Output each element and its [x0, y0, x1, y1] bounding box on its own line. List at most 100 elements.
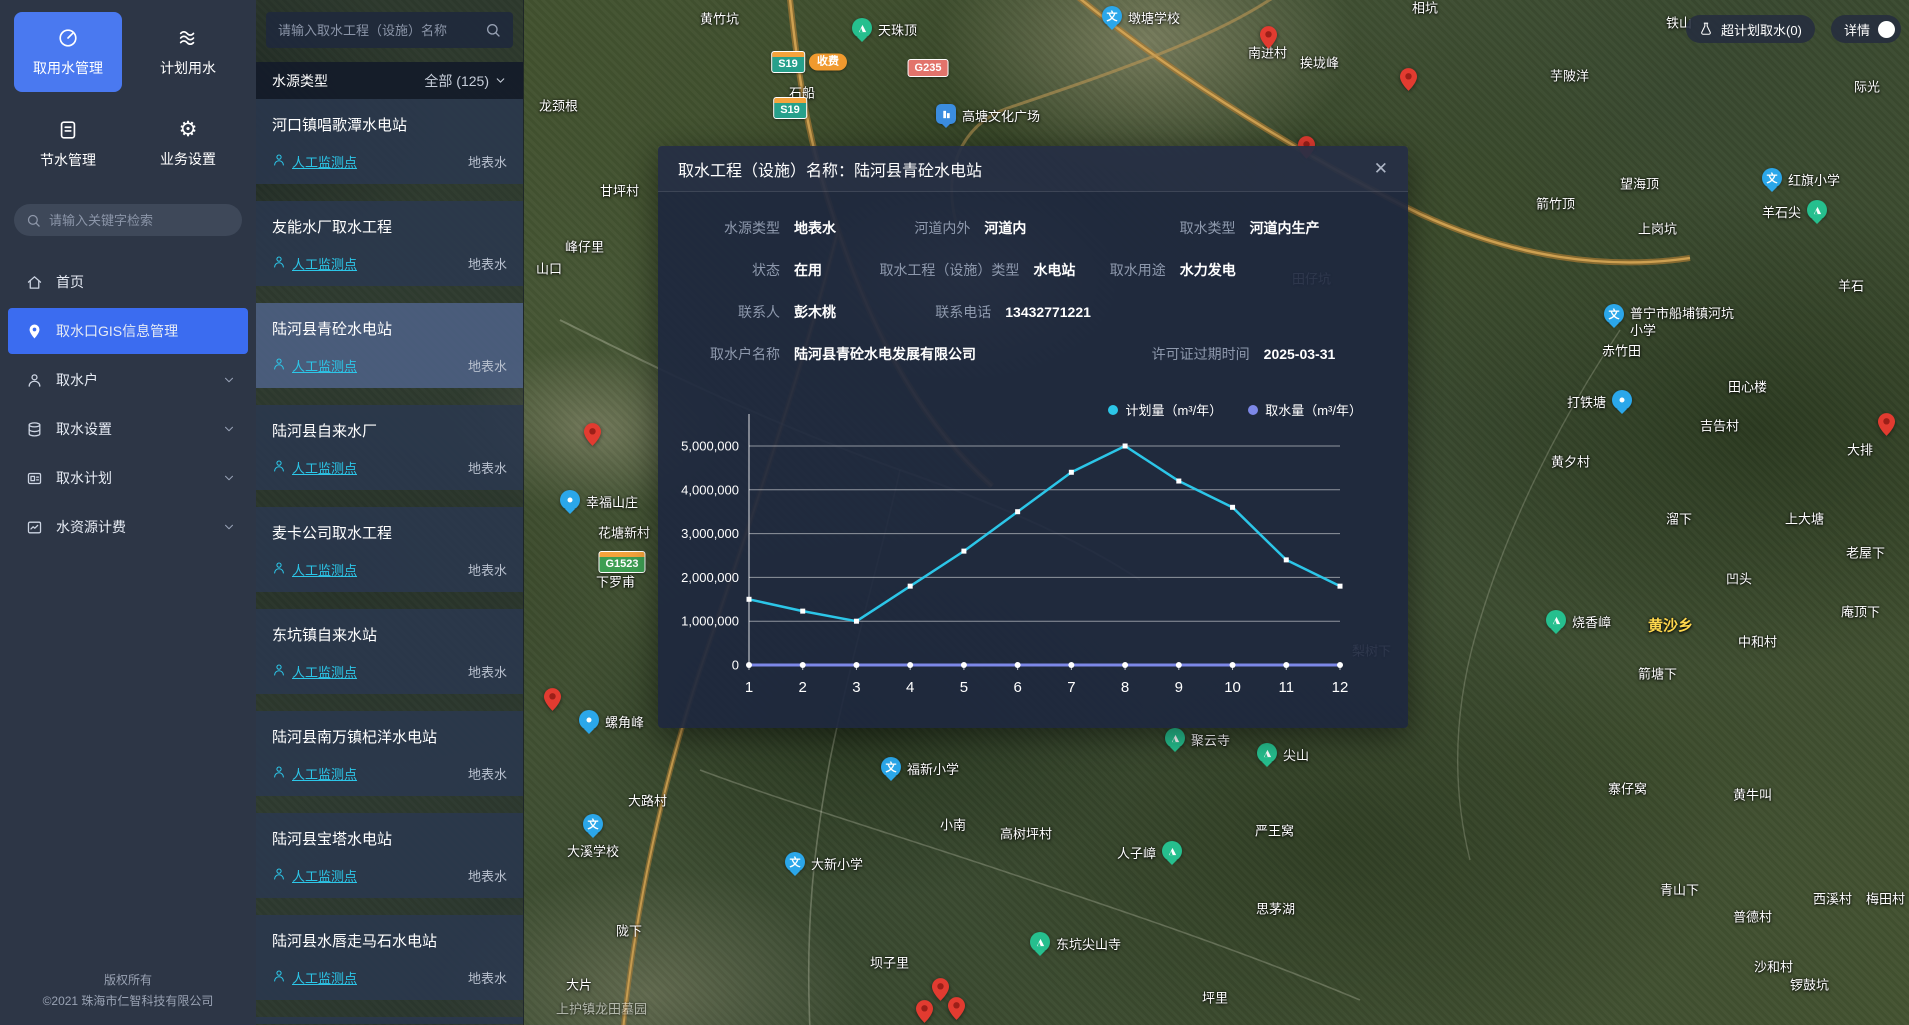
red-pin-marker[interactable]	[1260, 26, 1277, 49]
module-button-1[interactable]: 取用水管理	[14, 12, 122, 92]
red-pin-marker[interactable]	[1400, 68, 1417, 91]
marker-tail	[1167, 860, 1177, 870]
facility-list-item[interactable]: 陆河县南万镇杞洋水电站人工监测点地表水	[256, 711, 523, 796]
facility-list-item[interactable]: 陆河县青砼水电站人工监测点地表水	[256, 303, 523, 388]
detail-toggle[interactable]: 详情	[1831, 15, 1901, 43]
sidebar-item-label: 水资源计费	[56, 517, 209, 537]
facility-list-item[interactable]: 陆河县宝塔水电站人工监测点地表水	[256, 813, 523, 898]
manual-monitor-link[interactable]: 人工监测点	[272, 866, 357, 885]
search-icon[interactable]	[485, 22, 501, 38]
facility-detail-modal: 取水工程（设施）名称：陆河县青砼水电站 ✕ 水源类型地表水河道内外河道内取水类型…	[658, 146, 1408, 728]
green-marker-icon	[1165, 728, 1185, 748]
manual-monitor-link[interactable]: 人工监测点	[272, 458, 357, 477]
manual-monitor-link[interactable]: 人工监测点	[272, 254, 357, 273]
map-marker-culture[interactable]: 高塘文化广场	[936, 104, 956, 133]
legend-item[interactable]: 计划量（m³/年）	[1108, 400, 1222, 419]
marker-label: 羊石尖	[1762, 202, 1801, 221]
road-badge-toll: 收费	[809, 54, 847, 71]
red-pin-marker[interactable]	[584, 423, 601, 446]
map-marker-school[interactable]: 文普宁市船埔镇河坑小学	[1604, 304, 1624, 333]
manual-monitor-link[interactable]: 人工监测点	[272, 764, 357, 783]
field-label: 取水用途	[1110, 260, 1180, 280]
chart-tick-label: 12	[1332, 679, 1349, 696]
facility-meta: 人工监测点地表水	[272, 254, 507, 273]
red-pin-marker[interactable]	[544, 688, 561, 711]
map-marker-blue[interactable]: 幸福山庄	[560, 490, 580, 519]
modal-field: 取水用途水力发电	[1110, 260, 1382, 280]
data-point-marker	[1283, 662, 1289, 668]
map-marker-school[interactable]: 文墩塘学校	[1102, 6, 1122, 35]
legend-item[interactable]: 取水量（m³/年）	[1248, 400, 1362, 419]
sidebar-item-3[interactable]: 取水户	[8, 357, 248, 403]
map-place-label: 际光	[1854, 77, 1880, 96]
over-plan-intake-button[interactable]: 超计划取水(0)	[1686, 15, 1815, 43]
manual-monitor-link[interactable]: 人工监测点	[272, 560, 357, 579]
green-marker-icon	[1162, 841, 1182, 861]
map-marker-green[interactable]: 羊石尖	[1807, 200, 1827, 229]
keyword-search-box	[14, 204, 242, 236]
keyword-search-input[interactable]	[49, 213, 230, 228]
facility-list-item[interactable]: 陆河县自来水厂人工监测点地表水	[256, 405, 523, 490]
module-button-3[interactable]: 节水管理	[14, 104, 122, 184]
sidebar-item-1[interactable]: 首页	[8, 259, 248, 305]
facility-meta: 人工监测点地表水	[272, 152, 507, 171]
map-marker-blue[interactable]: 打铁塘	[1612, 390, 1632, 419]
map-marker-school[interactable]: 文大新小学	[785, 852, 805, 881]
map-place-label: 庵顶下	[1841, 602, 1880, 621]
database-icon	[26, 421, 43, 438]
red-pin-marker[interactable]	[932, 978, 949, 1001]
marker-label: 大溪学校	[567, 841, 619, 860]
map-marker-green[interactable]: 烧香嶂	[1546, 610, 1566, 639]
sidebar-item-2[interactable]: 取水口GIS信息管理	[8, 308, 248, 354]
module-button-4[interactable]: ⚙业务设置	[134, 104, 242, 184]
manual-monitor-link[interactable]: 人工监测点	[272, 968, 357, 987]
facility-list-item[interactable]: 河口镇唱歌潭水电站人工监测点地表水	[256, 99, 523, 184]
facility-name: 陆河县青砼水电站	[272, 318, 507, 339]
facility-list-item[interactable]: 友能水厂取水工程人工监测点地表水	[256, 201, 523, 286]
chart-tick-label: 3,000,000	[681, 526, 739, 541]
red-pin-marker[interactable]	[948, 997, 965, 1020]
facility-name: 友能水厂取水工程	[272, 216, 507, 237]
map-marker-green[interactable]: 聚云寺	[1165, 728, 1185, 757]
facility-list-item[interactable]: 陆河县激石溪老区水电站人工监测点地表水	[256, 1017, 523, 1024]
map-place-label: 羊石	[1838, 276, 1864, 295]
gauge-icon	[57, 27, 79, 49]
detail-toggle-knob[interactable]	[1878, 21, 1895, 38]
field-label: 联系人	[684, 302, 794, 322]
facility-list-item[interactable]: 东坑镇自来水站人工监测点地表水	[256, 609, 523, 694]
marker-label: 打铁塘	[1567, 392, 1606, 411]
map-marker-school[interactable]: 文福新小学	[881, 757, 901, 786]
close-icon[interactable]: ✕	[1374, 160, 1388, 177]
data-point-marker	[853, 662, 859, 668]
map-marker-green[interactable]: 东坑尖山寺	[1030, 932, 1050, 961]
map-marker-school[interactable]: 文红旗小学	[1762, 168, 1782, 197]
map-marker-green[interactable]: 天珠顶	[852, 18, 872, 47]
sidebar-item-6[interactable]: 水资源计费	[8, 504, 248, 550]
sidebar-item-5[interactable]: 取水计划	[8, 455, 248, 501]
red-pin-marker[interactable]	[1878, 413, 1895, 436]
map-marker-green[interactable]: 尖山	[1257, 743, 1277, 772]
map-place-label: 挨垅峰	[1300, 53, 1339, 72]
filter-value-dropdown[interactable]: 全部 (125)	[424, 71, 507, 91]
facility-list-item[interactable]: 麦卡公司取水工程人工监测点地表水	[256, 507, 523, 592]
marker-label: 天珠顶	[878, 20, 917, 39]
facility-list-item[interactable]: 陆河县水唇走马石水电站人工监测点地表水	[256, 915, 523, 1000]
map-marker-school[interactable]: 文大溪学校	[583, 814, 603, 843]
field-label: 河道内外	[914, 218, 984, 238]
manual-monitor-link[interactable]: 人工监测点	[272, 662, 357, 681]
field-label: 许可证过期时间	[1152, 344, 1264, 364]
red-pin-marker[interactable]	[916, 1000, 933, 1023]
water-source-type: 地表水	[468, 866, 507, 885]
manual-monitor-link[interactable]: 人工监测点	[272, 356, 357, 375]
module-button-2[interactable]: 计划用水	[134, 12, 242, 92]
marker-label: 红旗小学	[1788, 170, 1840, 189]
facility-meta: 人工监测点地表水	[272, 968, 507, 987]
facility-search-input[interactable]	[278, 23, 485, 38]
manual-monitor-link[interactable]: 人工监测点	[272, 152, 357, 171]
marker-tail	[1551, 629, 1561, 639]
map-marker-green[interactable]: 人子嶂	[1162, 841, 1182, 870]
map-marker-blue[interactable]: 螺角峰	[579, 710, 599, 739]
sidebar-item-4[interactable]: 取水设置	[8, 406, 248, 452]
map-place-label: 大片	[566, 975, 592, 994]
field-value: 河道内	[984, 218, 1026, 238]
